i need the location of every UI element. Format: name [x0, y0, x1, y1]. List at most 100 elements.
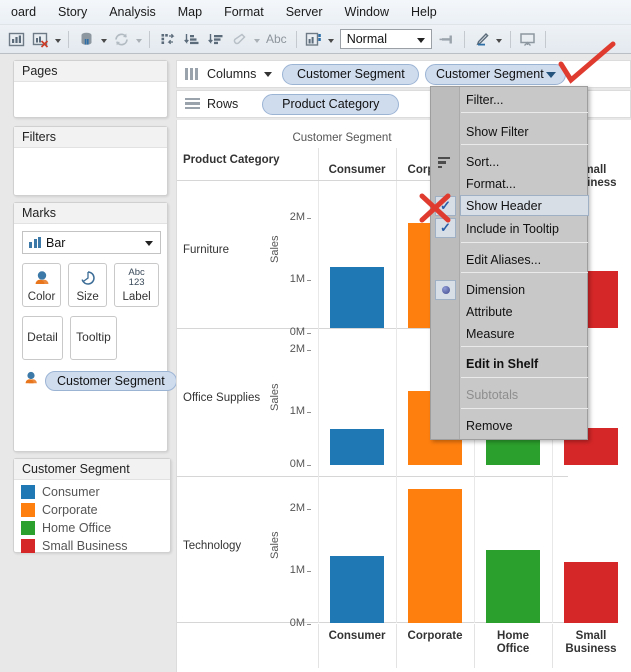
rows-shelf-label: Rows: [207, 97, 239, 111]
bar-technology-small-business[interactable]: [564, 562, 618, 623]
marks-card: Marks Bar Color Size Abc 123 Label Detai…: [13, 202, 177, 452]
chevron-down-icon[interactable]: [264, 71, 273, 77]
context-menu-item-filter[interactable]: Filter...: [461, 89, 588, 111]
data-source-icon[interactable]: [75, 28, 97, 50]
format-dropdown-caret[interactable]: [494, 28, 505, 50]
context-menu-separator: [461, 408, 588, 409]
abc123-icon: Abc 123: [128, 266, 145, 288]
bottom-col-header-small-business[interactable]: Small Business: [552, 630, 630, 656]
fit-dropdown-caret[interactable]: [326, 28, 337, 50]
marks-pill-customer-segment[interactable]: Customer Segment: [45, 370, 177, 391]
left-panel: Pages Filters Marks Bar Color Size Abc 1…: [0, 54, 177, 672]
context-menu-separator: [461, 242, 588, 243]
pill-columns-customer-segment-2[interactable]: Customer Segment: [425, 63, 567, 85]
data-source-dropdown-caret[interactable]: [98, 28, 109, 50]
include-in-tooltip-checkbox[interactable]: ✓: [435, 218, 456, 238]
row-label-technology[interactable]: Technology: [183, 540, 261, 552]
color-button[interactable]: Color: [22, 263, 62, 307]
tooltip-button[interactable]: Tooltip: [70, 316, 117, 360]
context-menu-item-format[interactable]: Format...: [461, 173, 588, 195]
size-button[interactable]: Size: [68, 263, 108, 307]
context-menu-item-dimension[interactable]: Dimension: [461, 279, 588, 301]
row-label-office-supplies[interactable]: Office Supplies: [183, 392, 261, 404]
bar-furniture-consumer[interactable]: [330, 267, 384, 328]
pill-rows-product-category[interactable]: Product Category: [262, 93, 400, 115]
columns-shelf[interactable]: Columns Customer Segment Customer Segmen…: [176, 60, 631, 88]
mark-type-select[interactable]: Bar: [22, 231, 161, 254]
context-menu-item-show-filter[interactable]: Show Filter: [461, 121, 588, 143]
duplicate-dropdown-caret[interactable]: [52, 28, 63, 50]
detail-button[interactable]: Detail: [22, 316, 63, 360]
context-menu-item-include-in-tooltip[interactable]: Include in Tooltip: [461, 218, 588, 240]
menu-analysis[interactable]: Analysis: [98, 2, 167, 22]
pill-columns-customer-segment-1[interactable]: Customer Segment: [282, 63, 420, 85]
highlight-dropdown-caret[interactable]: [251, 28, 262, 50]
fit-value: Normal: [346, 32, 387, 46]
context-menu-separator: [461, 144, 588, 145]
bottom-col-header-consumer[interactable]: Consumer: [318, 630, 396, 643]
sort-descending-icon[interactable]: [204, 28, 226, 50]
legend-swatch: [21, 503, 35, 517]
bar-technology-corporate[interactable]: [408, 489, 462, 623]
bar-office-supplies-consumer[interactable]: [330, 429, 384, 465]
legend-item-home-office[interactable]: Home Office: [21, 519, 170, 537]
duplicate-as-crosstab-icon[interactable]: [29, 28, 51, 50]
context-menu-item-edit-in-shelf[interactable]: Edit in Shelf: [461, 353, 588, 375]
format-icon[interactable]: [471, 28, 493, 50]
legend-item-consumer[interactable]: Consumer: [21, 483, 170, 501]
refresh-dropdown-caret[interactable]: [133, 28, 144, 50]
tickmark: [307, 624, 311, 625]
swap-rows-columns-icon[interactable]: [156, 28, 178, 50]
bar-technology-home-office[interactable]: [486, 550, 540, 623]
chevron-down-icon: [416, 38, 425, 43]
gridline: [552, 477, 553, 623]
presentation-mode-icon[interactable]: [517, 28, 539, 50]
context-menu-item-measure[interactable]: Measure: [461, 323, 588, 345]
legend-item-label: Corporate: [42, 503, 98, 517]
menu-server[interactable]: Server: [275, 2, 334, 22]
bottom-col-header-home-office[interactable]: Home Office: [474, 630, 552, 656]
refresh-data-icon[interactable]: [110, 28, 132, 50]
menu-help[interactable]: Help: [400, 2, 448, 22]
menu-dashboard[interactable]: oard: [0, 2, 47, 22]
pane-technology[interactable]: Technology Sales 0M 1M 2M: [177, 477, 618, 629]
show-mark-labels-icon[interactable]: Abc: [262, 32, 291, 46]
legend-item-small-business[interactable]: Small Business: [21, 537, 170, 555]
context-menu-separator: [461, 272, 588, 273]
context-menu-item-attribute[interactable]: Attribute: [461, 301, 588, 323]
bar-technology-consumer[interactable]: [330, 556, 384, 623]
legend-item-label: Home Office: [42, 521, 112, 535]
context-menu-item-edit-aliases[interactable]: Edit Aliases...: [461, 249, 588, 271]
label-button[interactable]: Abc 123 Label: [114, 263, 159, 307]
ytick-1m: 1M: [289, 273, 305, 285]
toolbar-separator: [544, 30, 546, 48]
menu-story[interactable]: Story: [47, 2, 98, 22]
menu-format[interactable]: Format: [213, 2, 275, 22]
context-menu-item-sort[interactable]: Sort...: [461, 151, 588, 173]
chevron-down-icon[interactable]: [546, 71, 557, 78]
context-menu-item-remove[interactable]: Remove: [461, 415, 588, 437]
highlight-icon[interactable]: [228, 28, 250, 50]
legend-item-corporate[interactable]: Corporate: [21, 501, 170, 519]
sort-ascending-icon[interactable]: [180, 28, 202, 50]
show-header-checkbox[interactable]: ✓: [435, 196, 456, 216]
ytick-0m: 0M: [289, 458, 305, 470]
legend-swatch: [21, 521, 35, 535]
row-label-furniture[interactable]: Furniture: [183, 244, 261, 256]
pill-context-menu[interactable]: Filter... Show Filter Sort... Format... …: [430, 86, 589, 440]
fit-combobox[interactable]: Normal: [339, 29, 432, 49]
menu-server-label: Server: [285, 5, 323, 19]
new-worksheet-icon[interactable]: [5, 28, 27, 50]
menu-map[interactable]: Map: [167, 2, 213, 22]
menu-window[interactable]: Window: [334, 2, 400, 22]
bottom-col-header-corporate[interactable]: Corporate: [396, 630, 474, 643]
context-menu-separator: [461, 377, 588, 378]
dimension-radio[interactable]: [435, 280, 456, 300]
row-field-header: Product Category: [183, 154, 293, 167]
col-header-consumer[interactable]: Consumer: [318, 164, 396, 177]
context-menu-item-show-header[interactable]: Show Header: [460, 195, 589, 216]
gridline: [318, 329, 319, 477]
fit-selector-icon[interactable]: [303, 28, 325, 50]
fix-axes-icon[interactable]: [436, 28, 458, 50]
ytick-2m: 2M: [289, 211, 305, 223]
